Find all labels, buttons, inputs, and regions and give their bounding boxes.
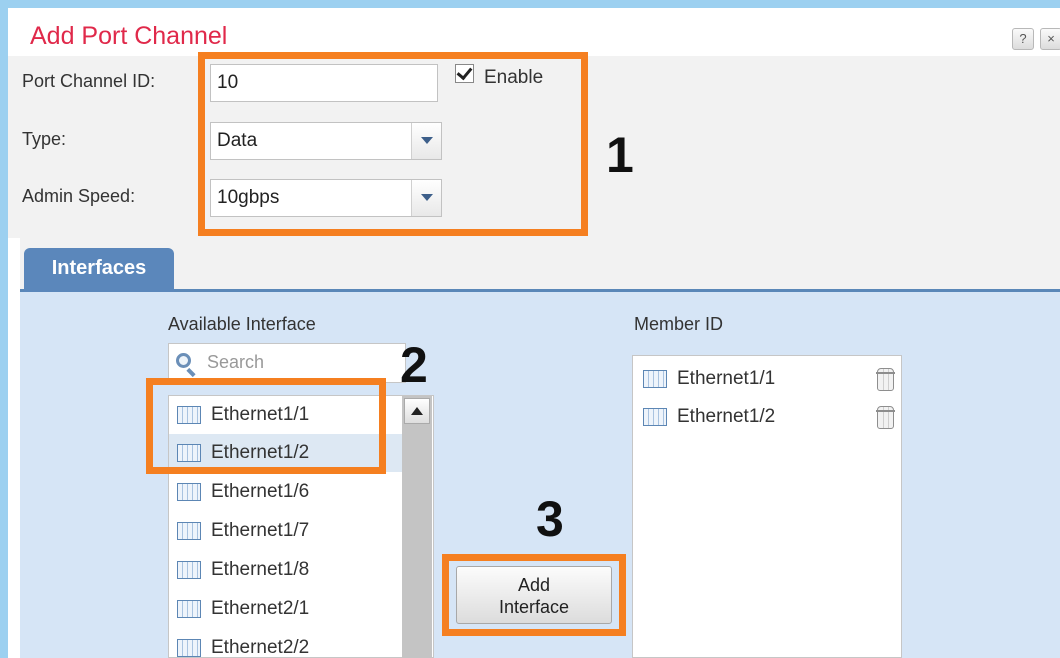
admin-speed-label: Admin Speed: [22,186,136,206]
list-item[interactable]: Ethernet2/2 [169,629,403,658]
interface-icon [177,600,201,618]
list-item-label: Ethernet1/2 [677,406,776,427]
highlight-box-step1 [198,52,588,236]
step-number-1: 1 [606,127,634,183]
search-placeholder[interactable]: Search [207,352,264,373]
list-item-label: Ethernet1/6 [211,481,310,502]
dialog-titlebar: Add Port Channel ? × [8,8,1060,56]
list-item[interactable]: Ethernet1/2 [633,398,901,436]
interface-icon [177,483,201,501]
search-icon [176,353,191,368]
list-item-label: Ethernet2/2 [211,637,310,658]
step-number-3: 3 [536,491,564,547]
interface-icon [643,370,667,388]
dialog-title: Add Port Channel [30,22,228,50]
port-channel-id-label: Port Channel ID: [22,71,156,91]
list-item[interactable]: Ethernet1/6 [169,473,403,511]
list-item[interactable]: Ethernet1/8 [169,551,403,589]
list-item-label: Ethernet1/8 [211,559,310,580]
highlight-box-step3 [442,554,626,636]
member-id-list[interactable]: Ethernet1/1 Ethernet1/2 [632,355,902,658]
interface-icon [177,522,201,540]
available-list-scrollbar[interactable] [402,396,432,658]
type-label: Type: [22,129,67,149]
list-item-label: Ethernet1/1 [677,368,776,389]
list-item[interactable]: Ethernet1/7 [169,512,403,550]
interface-icon [177,639,201,657]
tab-interfaces[interactable]: Interfaces [24,248,174,292]
close-button[interactable]: × [1040,28,1060,50]
list-item[interactable]: Ethernet2/1 [169,590,403,628]
interface-icon [177,561,201,579]
list-item[interactable]: Ethernet1/1 [633,360,901,398]
trash-icon[interactable] [876,368,895,391]
interface-icon [643,408,667,426]
list-item-label: Ethernet2/1 [211,598,310,619]
interface-search-box[interactable]: Search [168,343,406,383]
member-id-heading: Member ID [634,314,724,334]
step-number-2: 2 [400,337,428,393]
highlight-box-step2 [146,378,386,474]
help-button[interactable]: ? [1012,28,1034,50]
list-item-label: Ethernet1/7 [211,520,310,541]
tab-strip: Interfaces [20,238,1060,292]
scroll-up-arrow-icon[interactable] [404,398,430,424]
trash-icon[interactable] [876,406,895,429]
available-interface-heading: Available Interface [168,314,316,334]
